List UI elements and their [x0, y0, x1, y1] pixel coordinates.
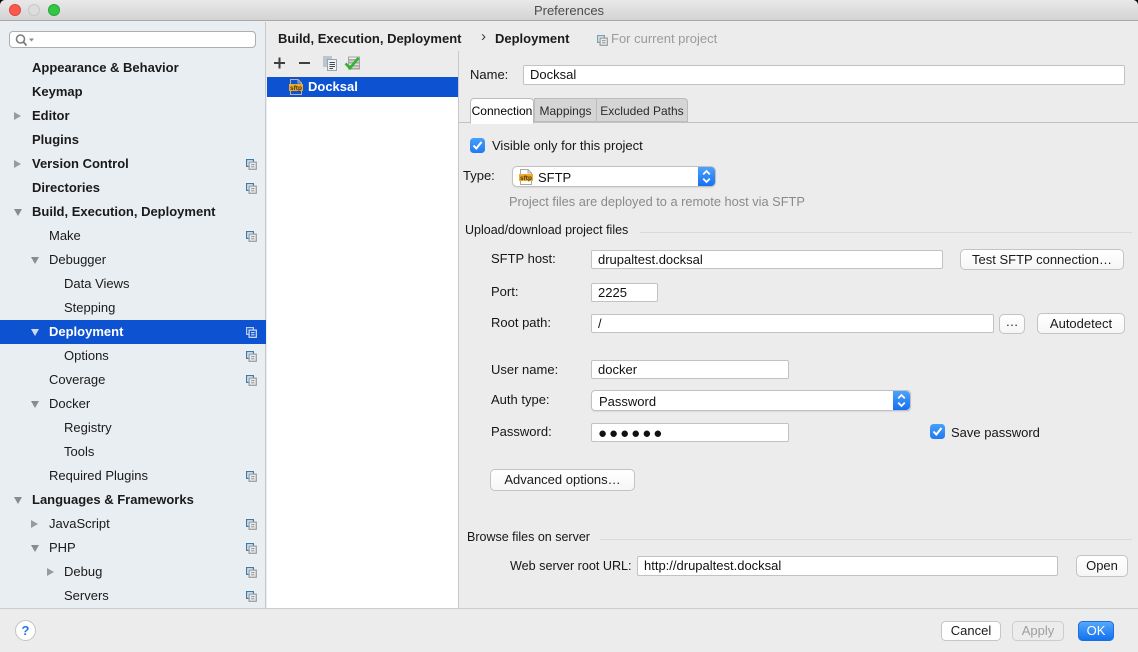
svg-text:?: ? — [22, 623, 30, 638]
svg-text:sftp: sftp — [520, 175, 532, 182]
svg-text:sftp: sftp — [290, 85, 302, 92]
